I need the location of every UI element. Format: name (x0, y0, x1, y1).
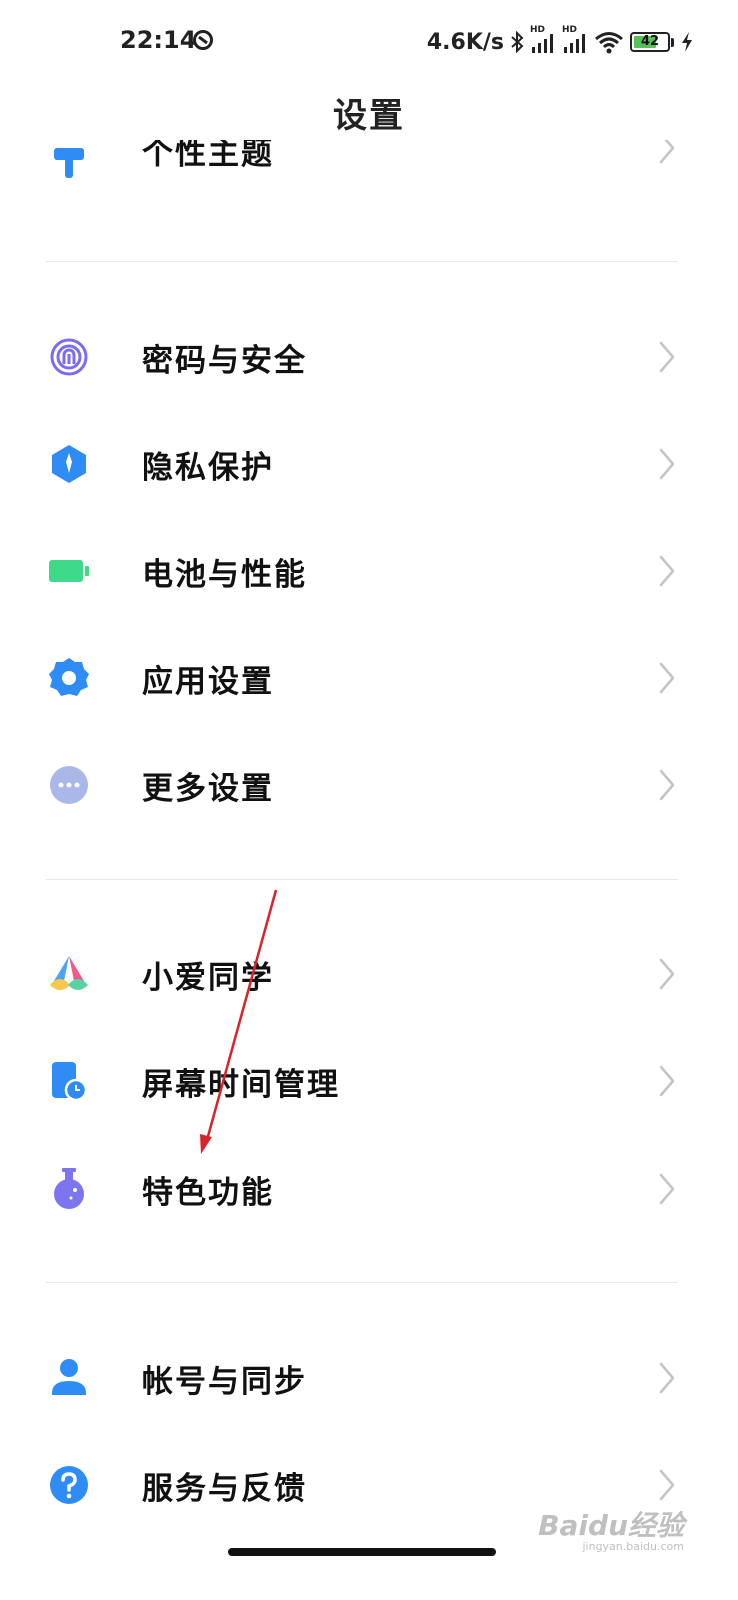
chevron-right-icon (659, 1362, 675, 1394)
chevron-right-icon (659, 1469, 675, 1501)
more-dots-icon (50, 766, 88, 804)
fingerprint-icon (50, 338, 88, 376)
chevron-right-icon (659, 1065, 675, 1097)
privacy-shield-icon (52, 445, 86, 483)
settings-item-label: 服务与反馈 (142, 1471, 307, 1507)
wifi-icon (595, 32, 623, 54)
baidu-watermark: Baidu经验 (538, 1509, 684, 1542)
settings-item-label: 个性主题 (142, 140, 274, 172)
settings-item-label: 密码与安全 (142, 343, 307, 379)
page-title: 设置 (333, 96, 405, 136)
settings-item-label: 特色功能 (142, 1175, 274, 1211)
chevron-right-icon (659, 769, 675, 801)
settings-item-account-sync[interactable]: 帐号与同步 (0, 1325, 738, 1431)
chevron-right-icon (659, 958, 675, 990)
theme-icon (54, 148, 84, 178)
settings-item-label: 隐私保护 (142, 450, 274, 486)
settings-item-label: 应用设置 (142, 664, 274, 700)
chevron-right-icon (659, 341, 675, 373)
help-icon (50, 1466, 88, 1504)
battery-level: 42 (640, 34, 660, 49)
settings-item-special-features[interactable]: 特色功能 (0, 1136, 738, 1242)
home-indicator[interactable] (228, 1548, 496, 1556)
status-bar: 22:14 4.6K/s HD HD 42 (0, 0, 738, 84)
chevron-right-icon (659, 1173, 675, 1205)
battery-icon (49, 560, 89, 582)
settings-item-password-security[interactable]: 密码与安全 (0, 304, 738, 410)
battery-nub (671, 37, 674, 47)
settings-item-label: 更多设置 (142, 771, 274, 807)
charging-icon (682, 32, 692, 52)
battery-indicator: 42 (630, 32, 670, 52)
chevron-right-icon (659, 140, 675, 164)
settings-item-label: 电池与性能 (142, 557, 307, 593)
settings-item-privacy[interactable]: 隐私保护 (0, 411, 738, 517)
xiaoai-icon (50, 956, 88, 990)
cell-signal-2-icon: HD (562, 25, 588, 55)
do-not-disturb-icon (193, 30, 213, 50)
settings-item-label: 帐号与同步 (142, 1364, 307, 1400)
chevron-right-icon (659, 662, 675, 694)
settings-item-battery-performance[interactable]: 电池与性能 (0, 518, 738, 624)
chevron-right-icon (659, 555, 675, 587)
divider (46, 879, 678, 880)
account-icon (52, 1359, 86, 1395)
chevron-right-icon (659, 448, 675, 480)
settings-item-more-settings[interactable]: 更多设置 (0, 732, 738, 838)
settings-item-app-settings[interactable]: 应用设置 (0, 625, 738, 731)
screen-time-icon (52, 1062, 88, 1102)
settings-item-xiaoai[interactable]: 小爱同学 (0, 921, 738, 1027)
bluetooth-icon (511, 30, 524, 54)
network-speed: 4.6K/s (426, 29, 504, 55)
baidu-watermark-url: jingyan.baidu.com (582, 1540, 684, 1553)
status-time: 22:14 (120, 26, 197, 54)
settings-item-screen-time[interactable]: 屏幕时间管理 (0, 1028, 738, 1134)
status-right-group: 4.6K/s HD HD 42 (426, 25, 694, 58)
cell-signal-1-icon: HD (530, 25, 556, 55)
gear-icon (49, 658, 89, 696)
settings-item-label: 小爱同学 (142, 960, 274, 996)
flask-icon (54, 1168, 84, 1209)
divider (46, 261, 678, 262)
settings-item-theme[interactable]: 个性主题 (0, 140, 738, 184)
divider (46, 1282, 678, 1283)
settings-item-label: 屏幕时间管理 (142, 1067, 340, 1103)
